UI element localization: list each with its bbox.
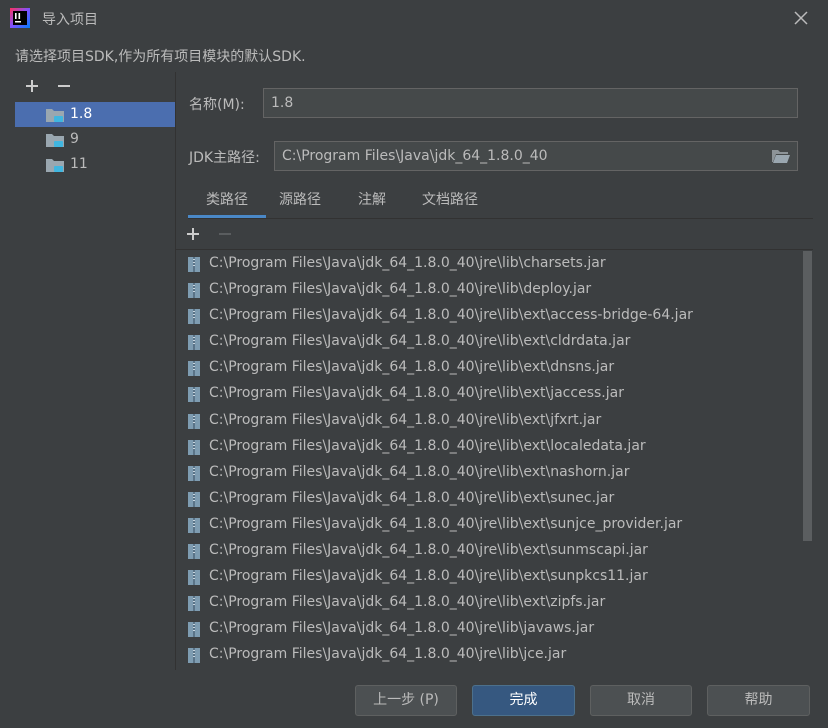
classpath-row[interactable]: C:\Program Files\Java\jdk_64_1.8.0_40\jr… [176,277,796,303]
remove-path-minus-icon[interactable] [214,223,236,245]
tab-classpath[interactable]: 类路径 [188,185,266,218]
classpath-row[interactable]: C:\Program Files\Java\jdk_64_1.8.0_40\jr… [176,303,796,329]
previous-button[interactable]: 上一步 (P) [355,685,457,716]
tab-annotations[interactable]: 注解 [346,185,398,218]
classpath-row[interactable]: C:\Program Files\Java\jdk_64_1.8.0_40\jr… [176,616,796,642]
sdk-item-label: 1.8 [70,106,93,122]
classpath-row[interactable]: C:\Program Files\Java\jdk_64_1.8.0_40\jr… [176,512,796,538]
sdk-item-1-8[interactable]: 1.8 [15,102,175,127]
classpath-row[interactable]: C:\Program Files\Java\jdk_64_1.8.0_40\jr… [176,564,796,590]
sdk-item-9[interactable]: 9 [15,127,175,152]
scrollbar-thumb[interactable] [803,251,812,541]
classpath-entry: C:\Program Files\Java\jdk_64_1.8.0_40\jr… [209,385,624,402]
classpath-entry: C:\Program Files\Java\jdk_64_1.8.0_40\jr… [209,255,606,271]
add-sdk-plus-icon[interactable] [21,75,43,97]
classpath-row[interactable]: C:\Program Files\Java\jdk_64_1.8.0_40\jr… [176,381,796,407]
jar-archive-icon [188,361,200,377]
classpath-entry: C:\Program Files\Java\jdk_64_1.8.0_40\jr… [209,620,595,637]
classpath-entry: C:\Program Files\Java\jdk_64_1.8.0_40\jr… [209,646,567,663]
classpath-entry: C:\Program Files\Java\jdk_64_1.8.0_40\jr… [209,542,648,559]
name-label: 名称(M): [189,97,245,113]
jar-archive-icon [188,622,200,638]
dialog-description: 请选择项目SDK,作为所有项目模块的默认SDK. [15,49,306,65]
classpath-scrollbar[interactable] [802,251,813,670]
title-bar: 导入项目 [0,0,828,36]
classpath-row[interactable]: C:\Program Files\Java\jdk_64_1.8.0_40\jr… [176,329,796,355]
tab-sourcepath[interactable]: 源路径 [270,185,330,218]
sdk-item-label: 9 [70,131,79,147]
close-icon[interactable] [790,7,812,29]
classpath-row[interactable]: C:\Program Files\Java\jdk_64_1.8.0_40\jr… [176,486,796,512]
folder-open-icon[interactable] [771,148,791,164]
jdk-path-input[interactable]: C:\Program Files\Java\jdk_64_1.8.0_40 [274,141,798,171]
classpath-row[interactable]: C:\Program Files\Java\jdk_64_1.8.0_40\jr… [176,642,796,668]
classpath-entry: C:\Program Files\Java\jdk_64_1.8.0_40\jr… [209,489,615,506]
jar-archive-icon [188,465,200,481]
folder-java-icon [46,159,64,172]
add-path-plus-icon[interactable] [182,223,204,245]
jdk-path-label: JDK主路径: [189,150,260,166]
jar-archive-icon [188,544,200,560]
jar-archive-icon [188,439,200,455]
classpath-entry: C:\Program Files\Java\jdk_64_1.8.0_40\jr… [209,333,631,350]
jar-archive-icon [188,570,200,586]
cancel-button[interactable]: 取消 [590,685,692,716]
jar-archive-icon [188,387,200,403]
path-tabs: 类路径 源路径 注解 文档路径 [188,185,813,219]
classpath-row[interactable]: C:\Program Files\Java\jdk_64_1.8.0_40\jr… [176,251,796,277]
classpath-entry: C:\Program Files\Java\jdk_64_1.8.0_40\jr… [209,515,683,532]
help-button[interactable]: 帮助 [707,685,810,716]
classpath-entry: C:\Program Files\Java\jdk_64_1.8.0_40\jr… [209,307,693,324]
classpath-row[interactable]: C:\Program Files\Java\jdk_64_1.8.0_40\jr… [176,355,796,381]
jar-archive-icon [188,309,200,325]
tab-docpath[interactable]: 文档路径 [410,185,490,218]
sdk-item-label: 11 [70,156,88,172]
remove-sdk-minus-icon[interactable] [53,75,75,97]
intellij-logo-icon [10,8,30,28]
folder-java-icon [46,109,64,122]
jar-archive-icon [188,517,200,533]
finish-button[interactable]: 完成 [472,685,575,716]
import-project-dialog: 导入项目 请选择项目SDK,作为所有项目模块的默认SDK. 1.8 9 11 名… [0,0,828,728]
classpath-list: C:\Program Files\Java\jdk_64_1.8.0_40\jr… [176,251,813,670]
jar-archive-icon [188,283,200,299]
jar-archive-icon [188,257,200,272]
classpath-entry: C:\Program Files\Java\jdk_64_1.8.0_40\jr… [209,568,648,585]
classpath-row[interactable]: C:\Program Files\Java\jdk_64_1.8.0_40\jr… [176,434,796,460]
classpath-entry: C:\Program Files\Java\jdk_64_1.8.0_40\jr… [209,359,615,376]
classpath-entry: C:\Program Files\Java\jdk_64_1.8.0_40\jr… [209,281,592,298]
jdk-path-value: C:\Program Files\Java\jdk_64_1.8.0_40 [282,148,548,164]
classpath-entry: C:\Program Files\Java\jdk_64_1.8.0_40\jr… [209,411,602,428]
classpath-row[interactable]: C:\Program Files\Java\jdk_64_1.8.0_40\jr… [176,590,796,616]
sdk-tree: 1.8 9 11 [15,102,175,202]
window-title: 导入项目 [42,12,98,28]
jar-archive-icon [188,491,200,507]
sdk-name-value: 1.8 [271,95,294,111]
jar-archive-icon [188,596,200,612]
classpath-toolbar [176,220,813,250]
classpath-entry: C:\Program Files\Java\jdk_64_1.8.0_40\jr… [209,437,646,454]
classpath-entry: C:\Program Files\Java\jdk_64_1.8.0_40\jr… [209,594,606,611]
jar-archive-icon [188,413,200,429]
classpath-row[interactable]: C:\Program Files\Java\jdk_64_1.8.0_40\jr… [176,460,796,486]
folder-java-icon [46,134,64,147]
sdk-name-input[interactable]: 1.8 [263,88,798,118]
classpath-row[interactable]: C:\Program Files\Java\jdk_64_1.8.0_40\jr… [176,408,796,434]
classpath-entry: C:\Program Files\Java\jdk_64_1.8.0_40\jr… [209,463,630,480]
classpath-row[interactable]: C:\Program Files\Java\jdk_64_1.8.0_40\jr… [176,538,796,564]
jar-archive-icon [188,335,200,351]
sdk-item-11[interactable]: 11 [15,152,175,177]
jar-archive-icon [188,648,200,664]
